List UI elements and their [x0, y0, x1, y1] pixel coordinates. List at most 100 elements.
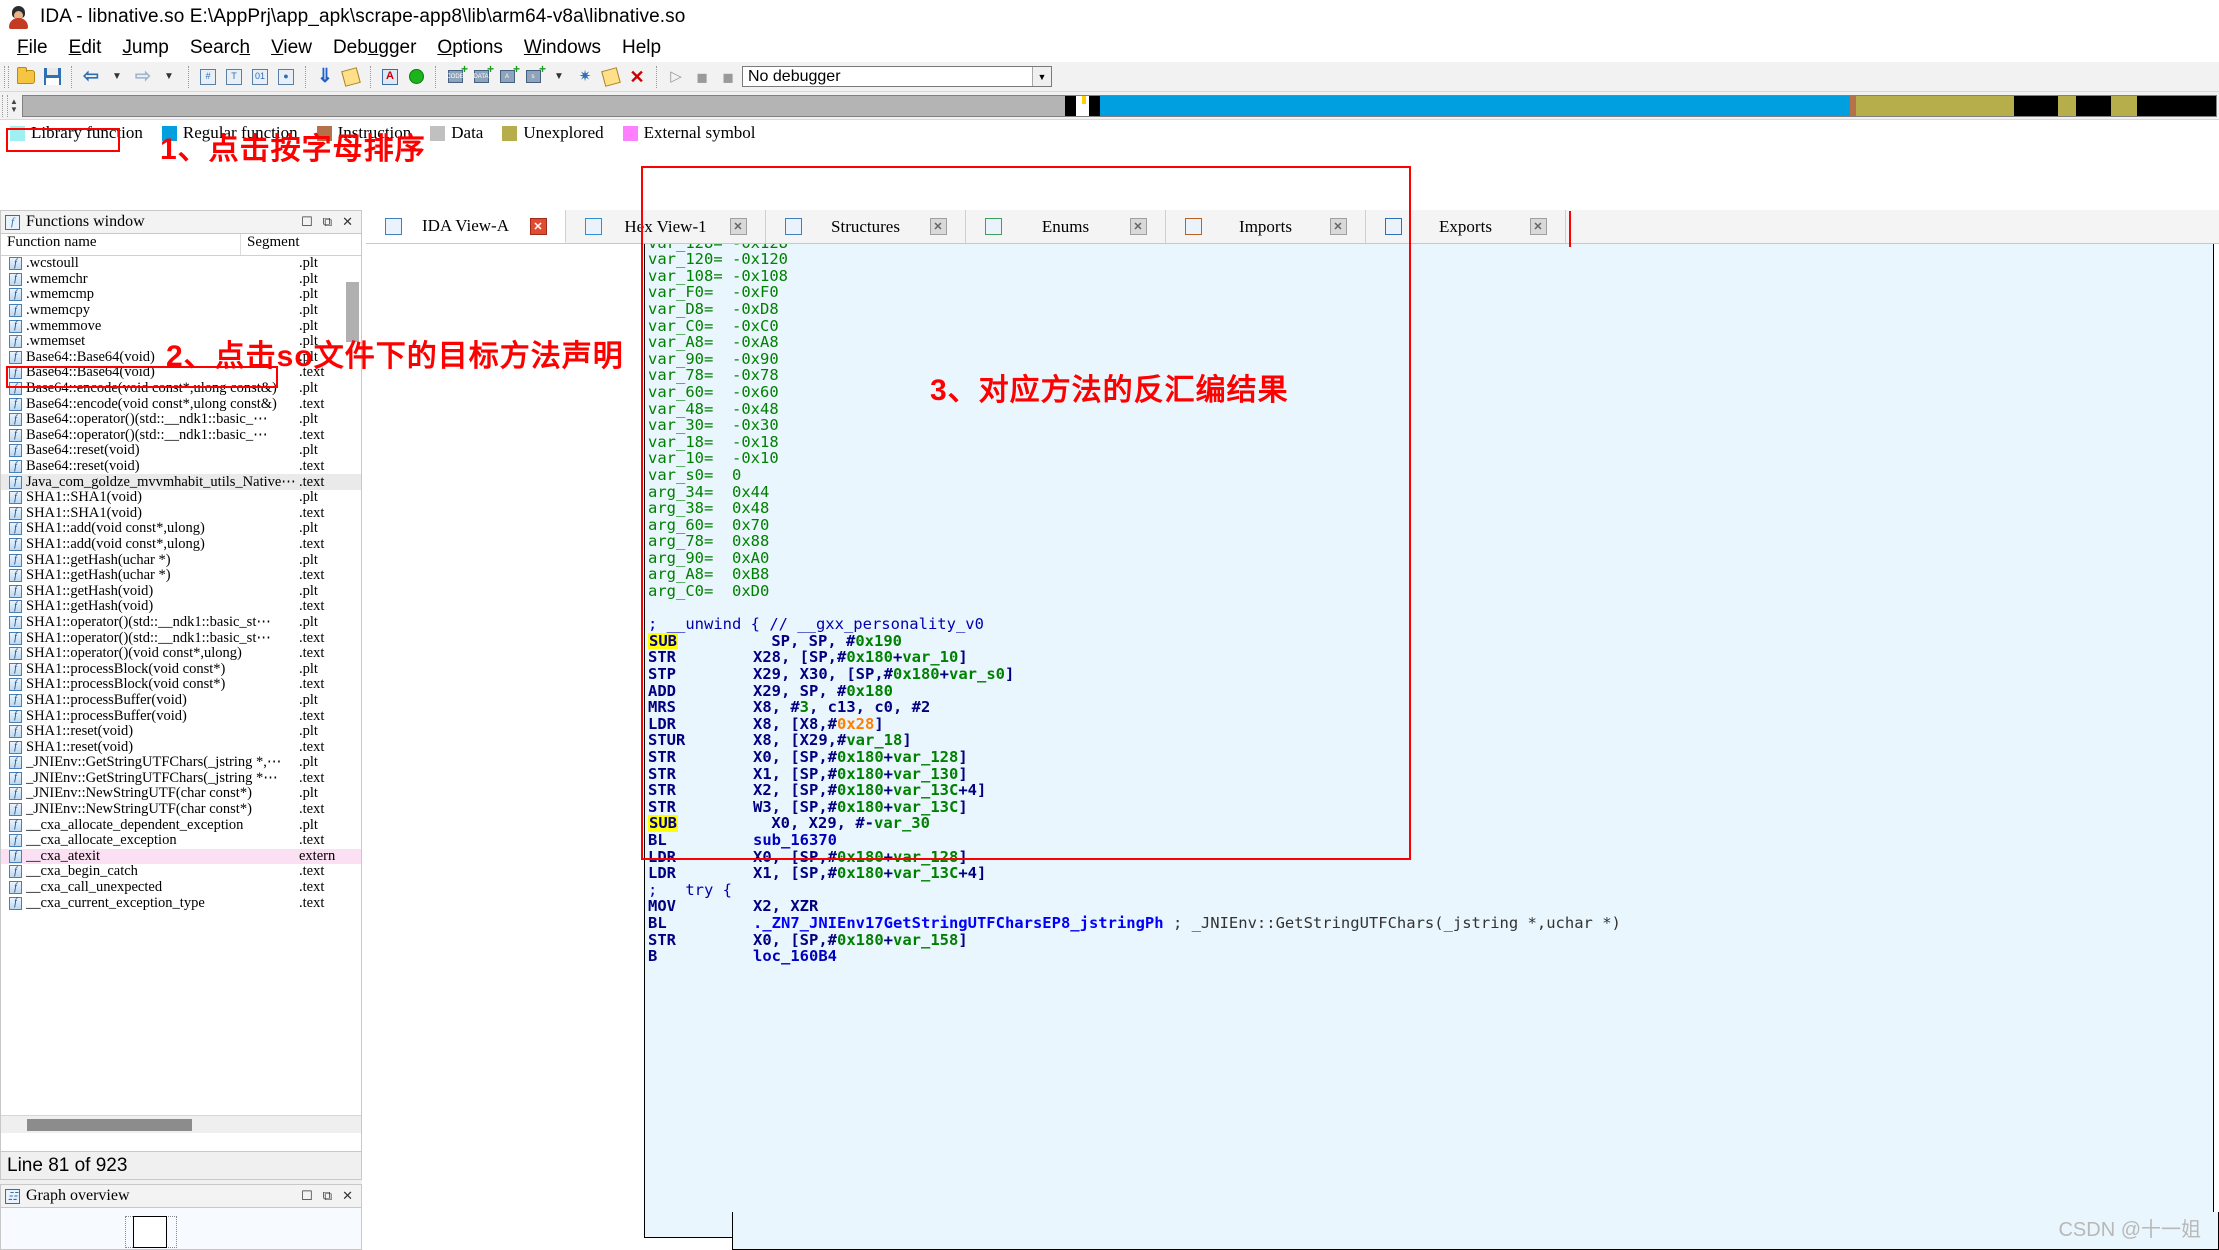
make-struct-icon[interactable]: ✷ — [573, 65, 597, 89]
instruction-line[interactable]: MOV X2, XZR — [648, 898, 1621, 915]
run-icon[interactable]: ▷ — [664, 65, 688, 89]
instruction-line[interactable]: Bloc_160B4 — [648, 948, 1621, 965]
function-list-row[interactable]: f __cxa_current_exception_type .text — [1, 895, 361, 911]
hex-view-icon — [584, 218, 602, 235]
function-list-row[interactable]: f SHA1::operator()(std::__ndk1::basic_st⋯… — [1, 630, 361, 646]
scrollbar-thumb[interactable] — [27, 1119, 192, 1131]
try-comment-line[interactable]: ; try { — [648, 881, 1621, 899]
warning-icon[interactable]: A — [378, 65, 402, 89]
function-list-row[interactable]: f SHA1::processBlock(void const*) .text — [1, 676, 361, 693]
navigator-arrows[interactable]: ▲ ▼ — [10, 97, 22, 114]
function-list-row[interactable]: f SHA1::SHA1(void) .text — [1, 505, 361, 522]
delete-icon[interactable]: ✕ — [625, 65, 649, 89]
function-list-row[interactable]: f SHA1::getHash(void) .plt — [1, 583, 361, 599]
function-list-row[interactable]: f __cxa_call_unexpected .text — [1, 879, 361, 896]
function-list-row[interactable]: f SHA1::processBuffer(void) .plt — [1, 692, 361, 709]
save-icon[interactable] — [40, 65, 64, 89]
function-list-row[interactable]: f SHA1::getHash(uchar *) .plt — [1, 552, 361, 568]
function-list-row[interactable]: f _JNIEnv::GetStringUTFChars(_jstring *,⋯… — [1, 754, 361, 771]
search-all-icon[interactable]: ● — [274, 65, 298, 89]
function-list-row[interactable]: f __cxa_begin_catch .text — [1, 863, 361, 880]
restore-icon[interactable]: ☐ — [301, 1188, 313, 1204]
debugger-select[interactable]: No debugger ▼ — [742, 66, 1052, 87]
edit-icon[interactable] — [599, 65, 623, 89]
column-function-name[interactable]: Function name — [1, 234, 241, 255]
string-dropdown-icon[interactable]: ▼ — [547, 65, 571, 89]
function-list-row[interactable]: f SHA1::add(void const*,ulong) .text — [1, 536, 361, 553]
menu-options[interactable]: Options — [428, 36, 511, 60]
open-file-icon[interactable] — [14, 65, 38, 89]
function-list-row[interactable]: f _JNIEnv::GetStringUTFChars(_jstring *⋯.… — [1, 770, 361, 787]
stop-icon[interactable]: ◼ — [716, 65, 740, 89]
close-icon[interactable]: ✕ — [342, 214, 353, 230]
maximize-icon[interactable]: ⧉ — [323, 1188, 332, 1204]
toolbar-grip-1[interactable] — [4, 65, 9, 88]
function-list-row[interactable]: f SHA1::operator()(std::__ndk1::basic_st⋯… — [1, 614, 361, 631]
function-list-row[interactable]: f SHA1::reset(void) .plt — [1, 723, 361, 740]
function-list-row[interactable]: f Base64::reset(void) .plt — [1, 442, 361, 459]
function-list-row[interactable]: f SHA1::processBlock(void const*) .plt — [1, 661, 361, 677]
tab-ida-view-a[interactable]: IDA View-A ✕ — [366, 210, 566, 243]
function-list-row[interactable]: f Base64::encode(void const*,ulong const&… — [1, 396, 361, 412]
function-list-row[interactable]: f Base64::operator()(std::__ndk1::basic_⋯… — [1, 427, 361, 444]
make-code-icon[interactable]: CODE + — [443, 63, 468, 89]
function-list-row[interactable]: f SHA1::reset(void) .text — [1, 739, 361, 755]
function-list-row[interactable]: f _JNIEnv::NewStringUTF(char const*) .plt — [1, 785, 361, 802]
menu-debugger[interactable]: Debugger — [324, 36, 425, 60]
search-text-icon[interactable]: T — [222, 65, 246, 89]
function-list-row[interactable]: f SHA1::SHA1(void) .plt — [1, 489, 361, 506]
close-icon[interactable]: ✕ — [1529, 218, 1547, 235]
function-list-row[interactable]: f Java_com_goldze_mvvmhabit_utils_Native⋯… — [1, 474, 361, 490]
make-string-icon[interactable]: s + — [521, 63, 546, 89]
back-dropdown-icon[interactable]: ▼ — [105, 65, 129, 89]
restore-icon[interactable]: ☐ — [301, 214, 313, 230]
menu-help[interactable]: Help — [613, 36, 670, 60]
menu-view[interactable]: View — [262, 36, 321, 60]
forward-dropdown-icon[interactable]: ▼ — [157, 65, 181, 89]
make-data-icon[interactable]: DATA + — [469, 63, 494, 89]
function-list-row[interactable]: f SHA1::add(void const*,ulong) .plt — [1, 520, 361, 537]
instruction-line[interactable]: BL ._ZN7_JNIEnv17GetStringUTFCharsEP8_jst… — [648, 915, 1621, 932]
jump-down-icon[interactable]: ⇓ — [313, 65, 337, 89]
function-icon: f — [9, 444, 22, 458]
function-list-row[interactable]: f SHA1::operator()(void const*,ulong) .tex… — [1, 645, 361, 662]
forward-arrow-icon[interactable]: ⇨ — [131, 65, 155, 89]
instruction-line[interactable]: LDR X1, [SP,#0x180+var_13C+4] — [648, 865, 1621, 882]
search-sequence-icon[interactable]: 01 — [248, 65, 272, 89]
graph-overview-canvas[interactable] — [0, 1208, 362, 1250]
function-list-row[interactable]: f SHA1::getHash(uchar *) .text — [1, 567, 361, 584]
functions-horizontal-scrollbar[interactable] — [1, 1115, 361, 1133]
menu-edit[interactable]: Edit — [60, 36, 111, 60]
column-segment[interactable]: Segment — [241, 234, 361, 255]
menu-jump[interactable]: Jump — [113, 36, 177, 60]
make-array-icon[interactable]: A + — [495, 63, 520, 89]
menu-search[interactable]: Search — [181, 36, 259, 60]
close-icon[interactable]: ✕ — [529, 217, 547, 235]
menu-file[interactable]: File — [8, 36, 57, 60]
maximize-icon[interactable]: ⧉ — [323, 214, 332, 230]
pause-icon[interactable]: ◼ — [690, 65, 714, 89]
back-arrow-icon[interactable]: ⇦ — [79, 65, 103, 89]
run-ok-icon[interactable] — [404, 65, 428, 89]
navigator-strip[interactable] — [22, 94, 2217, 117]
chevron-down-icon[interactable]: ▼ — [1032, 67, 1051, 86]
function-list-row[interactable]: f __cxa_atexit extern — [1, 848, 361, 865]
instruction-line[interactable]: STR X0, [SP,#0x180+var_158] — [648, 931, 1621, 949]
highlight-icon[interactable] — [339, 65, 363, 89]
function-list-row[interactable]: f Base64::operator()(std::__ndk1::basic_⋯… — [1, 411, 361, 428]
menu-windows[interactable]: Windows — [515, 36, 610, 60]
function-list-row[interactable]: f .wcstoull .plt — [1, 256, 361, 272]
function-list-row[interactable]: f SHA1::processBuffer(void) .text — [1, 708, 361, 724]
function-list-row[interactable]: f .wmemcpy .plt — [1, 302, 361, 319]
search-binary-icon[interactable]: # — [196, 65, 220, 89]
function-name-cell: __cxa_begin_catch — [26, 863, 138, 880]
function-list-row[interactable]: f SHA1::getHash(void) .text — [1, 598, 361, 615]
function-list-row[interactable]: f .wmemcmp .plt — [1, 286, 361, 303]
function-list-row[interactable]: f _JNIEnv::NewStringUTF(char const*) .text — [1, 801, 361, 818]
function-list-row[interactable]: f .wmemchr .plt — [1, 271, 361, 288]
function-list-row[interactable]: f __cxa_allocate_exception .text — [1, 832, 361, 849]
navigator-grip[interactable] — [2, 94, 8, 117]
close-icon[interactable]: ✕ — [342, 1188, 353, 1204]
function-list-row[interactable]: f __cxa_allocate_dependent_exception .plt — [1, 817, 361, 833]
function-list-row[interactable]: f Base64::reset(void) .text — [1, 458, 361, 475]
